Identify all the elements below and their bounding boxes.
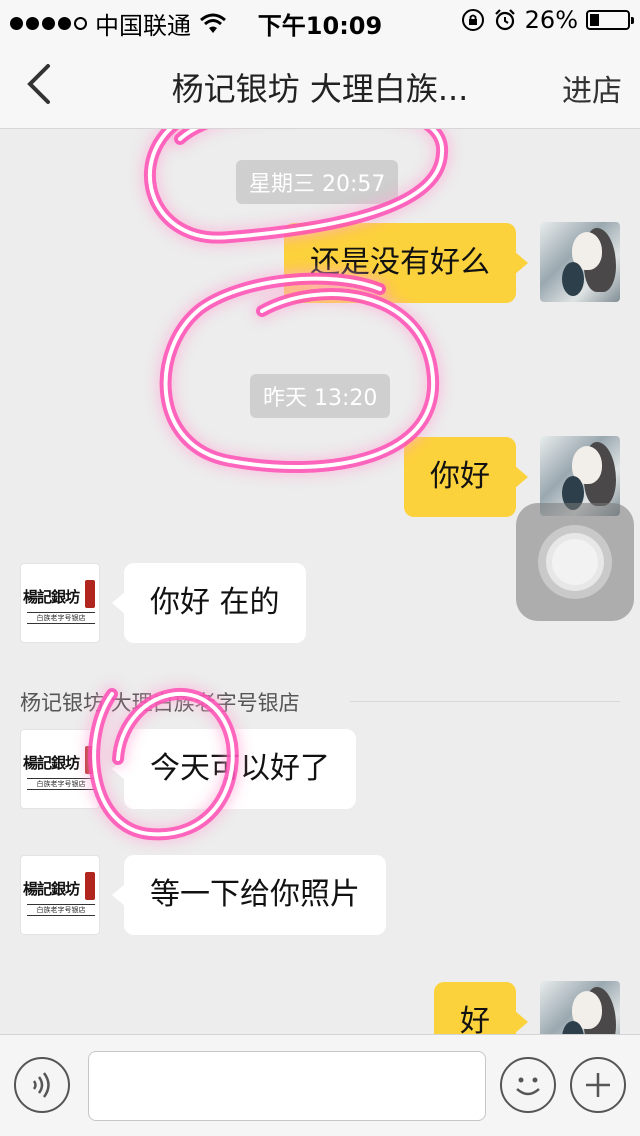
chat-title: 杨记银坊 大理白族... [171,70,469,108]
rotation-lock-icon [461,9,484,31]
shop-avatar-subtitle: 白族老字号银店 [27,612,95,624]
divider [350,701,620,702]
battery-percent: 26% [524,6,578,34]
enter-store-button[interactable]: 进店 [562,66,622,110]
timestamp-label: 星期三 20:57 [236,160,399,204]
outgoing-message-bubble[interactable]: 你好 [404,437,528,517]
status-right: 26% [461,6,634,34]
message-input[interactable] [88,1051,486,1121]
shop-avatar-subtitle: 白族老字号银店 [27,778,95,790]
shop-avatar[interactable]: 楊記銀坊 白族老字号银店 [20,729,100,809]
assistive-touch-button[interactable] [516,503,634,621]
voice-input-button[interactable] [14,1057,70,1113]
shop-avatar-logo-text: 楊記銀坊 [23,754,80,772]
alarm-icon [494,9,515,31]
incoming-message-bubble[interactable]: 等一下给你照片 [112,855,386,935]
timestamp-label: 昨天 13:20 [250,374,391,418]
more-options-button[interactable] [570,1057,626,1113]
battery-level-fill [590,14,599,26]
back-chevron-icon[interactable] [22,62,58,106]
outgoing-message-bubble[interactable]: 好 [434,982,528,1034]
chat-screen: 中国联通 下午10:09 26% 杨记银坊 大理白族... 进店 星期三 20:… [0,0,640,1136]
smiley-icon [516,1077,540,1096]
plus-icon [586,1073,610,1097]
status-bar: 中国联通 下午10:09 26% [0,0,640,40]
shop-avatar-logo-text: 楊記銀坊 [23,880,80,898]
emoji-button[interactable] [500,1057,556,1113]
voice-icon [32,1072,50,1098]
incoming-message-bubble[interactable]: 今天可以好了 [112,729,356,809]
shop-avatar[interactable]: 楊記銀坊 白族老字号银店 [20,855,100,935]
input-bar [0,1034,640,1136]
seal-icon [85,872,95,900]
shop-avatar-subtitle: 白族老字号银店 [27,904,95,916]
user-avatar[interactable] [540,981,620,1034]
seal-icon [85,746,95,774]
shop-avatar[interactable]: 楊記銀坊 白族老字号银店 [20,563,100,643]
user-avatar[interactable] [540,222,620,302]
sender-name: 杨记银坊 大理白族老字号银店 [20,691,300,715]
seal-icon [85,580,95,608]
shop-avatar-logo-text: 楊記銀坊 [23,588,80,606]
nav-bar: 杨记银坊 大理白族... 进店 [0,40,640,129]
battery-icon [586,10,634,30]
outgoing-message-bubble[interactable]: 还是没有好么 [284,223,528,303]
incoming-message-bubble[interactable]: 你好 在的 [112,563,306,643]
